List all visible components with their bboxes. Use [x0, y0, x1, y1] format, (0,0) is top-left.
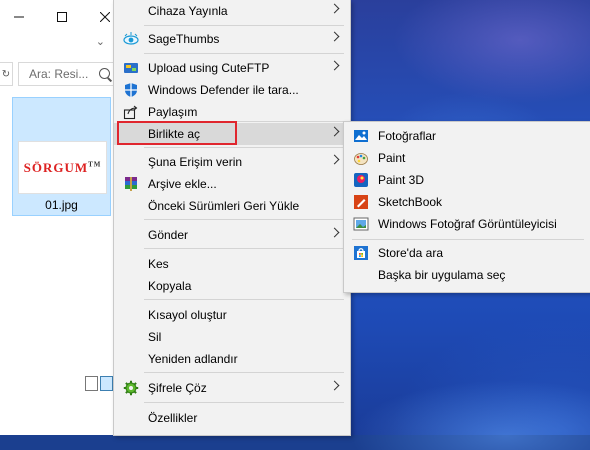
file-name-label: 01.jpg	[45, 198, 78, 212]
eye-icon	[123, 32, 139, 45]
menu-item-cihaza-yayinla[interactable]: Cihaza Yayınla	[114, 0, 350, 22]
maximize-button[interactable]	[43, 0, 81, 33]
details-view-icon[interactable]	[85, 376, 98, 391]
ribbon-toggle-bar: ⌄	[0, 33, 113, 55]
menu-separator	[144, 248, 344, 249]
paint3d-icon	[354, 173, 368, 187]
store-icon	[354, 246, 368, 260]
file-thumbnail: SÖRGUMTM	[18, 141, 107, 194]
highlight-box	[117, 121, 237, 145]
refresh-button[interactable]: ↻	[0, 62, 13, 86]
menu-item-onceki-surumleri[interactable]: Önceki Sürümleri Geri Yükle	[114, 195, 350, 217]
menu-item-gonder[interactable]: Gönder	[114, 224, 350, 246]
submenu-item-windows-photo-viewer[interactable]: Windows Fotoğraf Görüntüleyicisi	[344, 213, 590, 235]
address-row: ↻ Ara: Resi...	[0, 62, 114, 86]
submenu-item-paint-3d[interactable]: Paint 3D	[344, 169, 590, 191]
refresh-icon: ↻	[1, 68, 11, 80]
desktop-glow	[350, 380, 590, 450]
menu-separator	[144, 53, 344, 54]
paint-icon	[354, 153, 368, 165]
search-input[interactable]: Ara: Resi...	[18, 62, 114, 86]
menu-item-ozellikler[interactable]: Özellikler	[114, 407, 350, 429]
winrar-icon	[125, 177, 137, 191]
menu-item-arsive-ekle[interactable]: Arşive ekle...	[114, 173, 350, 195]
cuteftp-icon	[124, 63, 138, 73]
menu-separator	[352, 239, 584, 240]
menu-separator	[144, 372, 344, 373]
minimize-button[interactable]	[0, 0, 38, 33]
menu-item-upload-cuteftp[interactable]: Upload using CuteFTP	[114, 57, 350, 79]
chevron-right-icon	[329, 31, 340, 42]
share-icon	[123, 105, 138, 120]
submenu-item-fotograflar[interactable]: Fotoğraflar	[344, 125, 590, 147]
sketchbook-icon	[354, 195, 368, 209]
menu-separator	[144, 299, 344, 300]
search-icon	[99, 68, 110, 79]
minimize-icon	[14, 16, 24, 17]
defender-shield-icon	[125, 83, 137, 97]
menu-item-kisayol-olustur[interactable]: Kısayol oluştur	[114, 304, 350, 326]
menu-item-kopyala[interactable]: Kopyala	[114, 275, 350, 297]
gear-icon	[123, 380, 139, 396]
submenu-item-paint[interactable]: Paint	[344, 147, 590, 169]
chevron-right-icon	[329, 227, 340, 238]
submenu-item-baska-uygulama-sec[interactable]: Başka bir uygulama seç	[344, 264, 590, 286]
thumbnail-logo: SÖRGUMTM	[23, 159, 102, 175]
open-with-submenu: Fotoğraflar Paint Paint 3D SketchBook Wi…	[343, 121, 590, 293]
chevron-right-icon	[329, 3, 340, 14]
menu-item-windows-defender[interactable]: Windows Defender ile tara...	[114, 79, 350, 101]
menu-item-suna-erisim-verin[interactable]: Şuna Erişim verin	[114, 151, 350, 173]
photos-icon	[354, 130, 368, 142]
menu-item-kes[interactable]: Kes	[114, 253, 350, 275]
large-icons-view-icon[interactable]	[100, 376, 113, 391]
chevron-right-icon	[329, 154, 340, 165]
menu-separator	[144, 219, 344, 220]
menu-separator	[144, 147, 344, 148]
file-item[interactable]: SÖRGUMTM 01.jpg	[12, 97, 111, 216]
explorer-window: ⌄ ↻ Ara: Resi... SÖRGUMTM 01.jpg	[0, 0, 114, 435]
title-bar	[0, 0, 113, 33]
view-toggle	[85, 376, 113, 392]
menu-item-yeniden-adlandir[interactable]: Yeniden adlandır	[114, 348, 350, 370]
chevron-down-icon[interactable]: ⌄	[96, 35, 105, 48]
submenu-item-store-da-ara[interactable]: Store'da ara	[344, 242, 590, 264]
menu-separator	[144, 25, 344, 26]
photo-viewer-icon	[353, 217, 369, 231]
menu-item-sil[interactable]: Sil	[114, 326, 350, 348]
submenu-item-sketchbook[interactable]: SketchBook	[344, 191, 590, 213]
menu-separator	[144, 402, 344, 403]
chevron-right-icon	[329, 126, 340, 137]
chevron-right-icon	[329, 380, 340, 391]
maximize-icon	[57, 11, 67, 22]
close-icon	[100, 11, 110, 22]
menu-item-sifrele-coz[interactable]: Şifrele Çöz	[114, 377, 350, 399]
context-menu: Cihaza Yayınla SageThumbs Upload using C…	[113, 0, 351, 436]
menu-item-sagethumbs[interactable]: SageThumbs	[114, 28, 350, 50]
chevron-right-icon	[329, 60, 340, 71]
menu-item-paylasim[interactable]: Paylaşım	[114, 101, 350, 123]
